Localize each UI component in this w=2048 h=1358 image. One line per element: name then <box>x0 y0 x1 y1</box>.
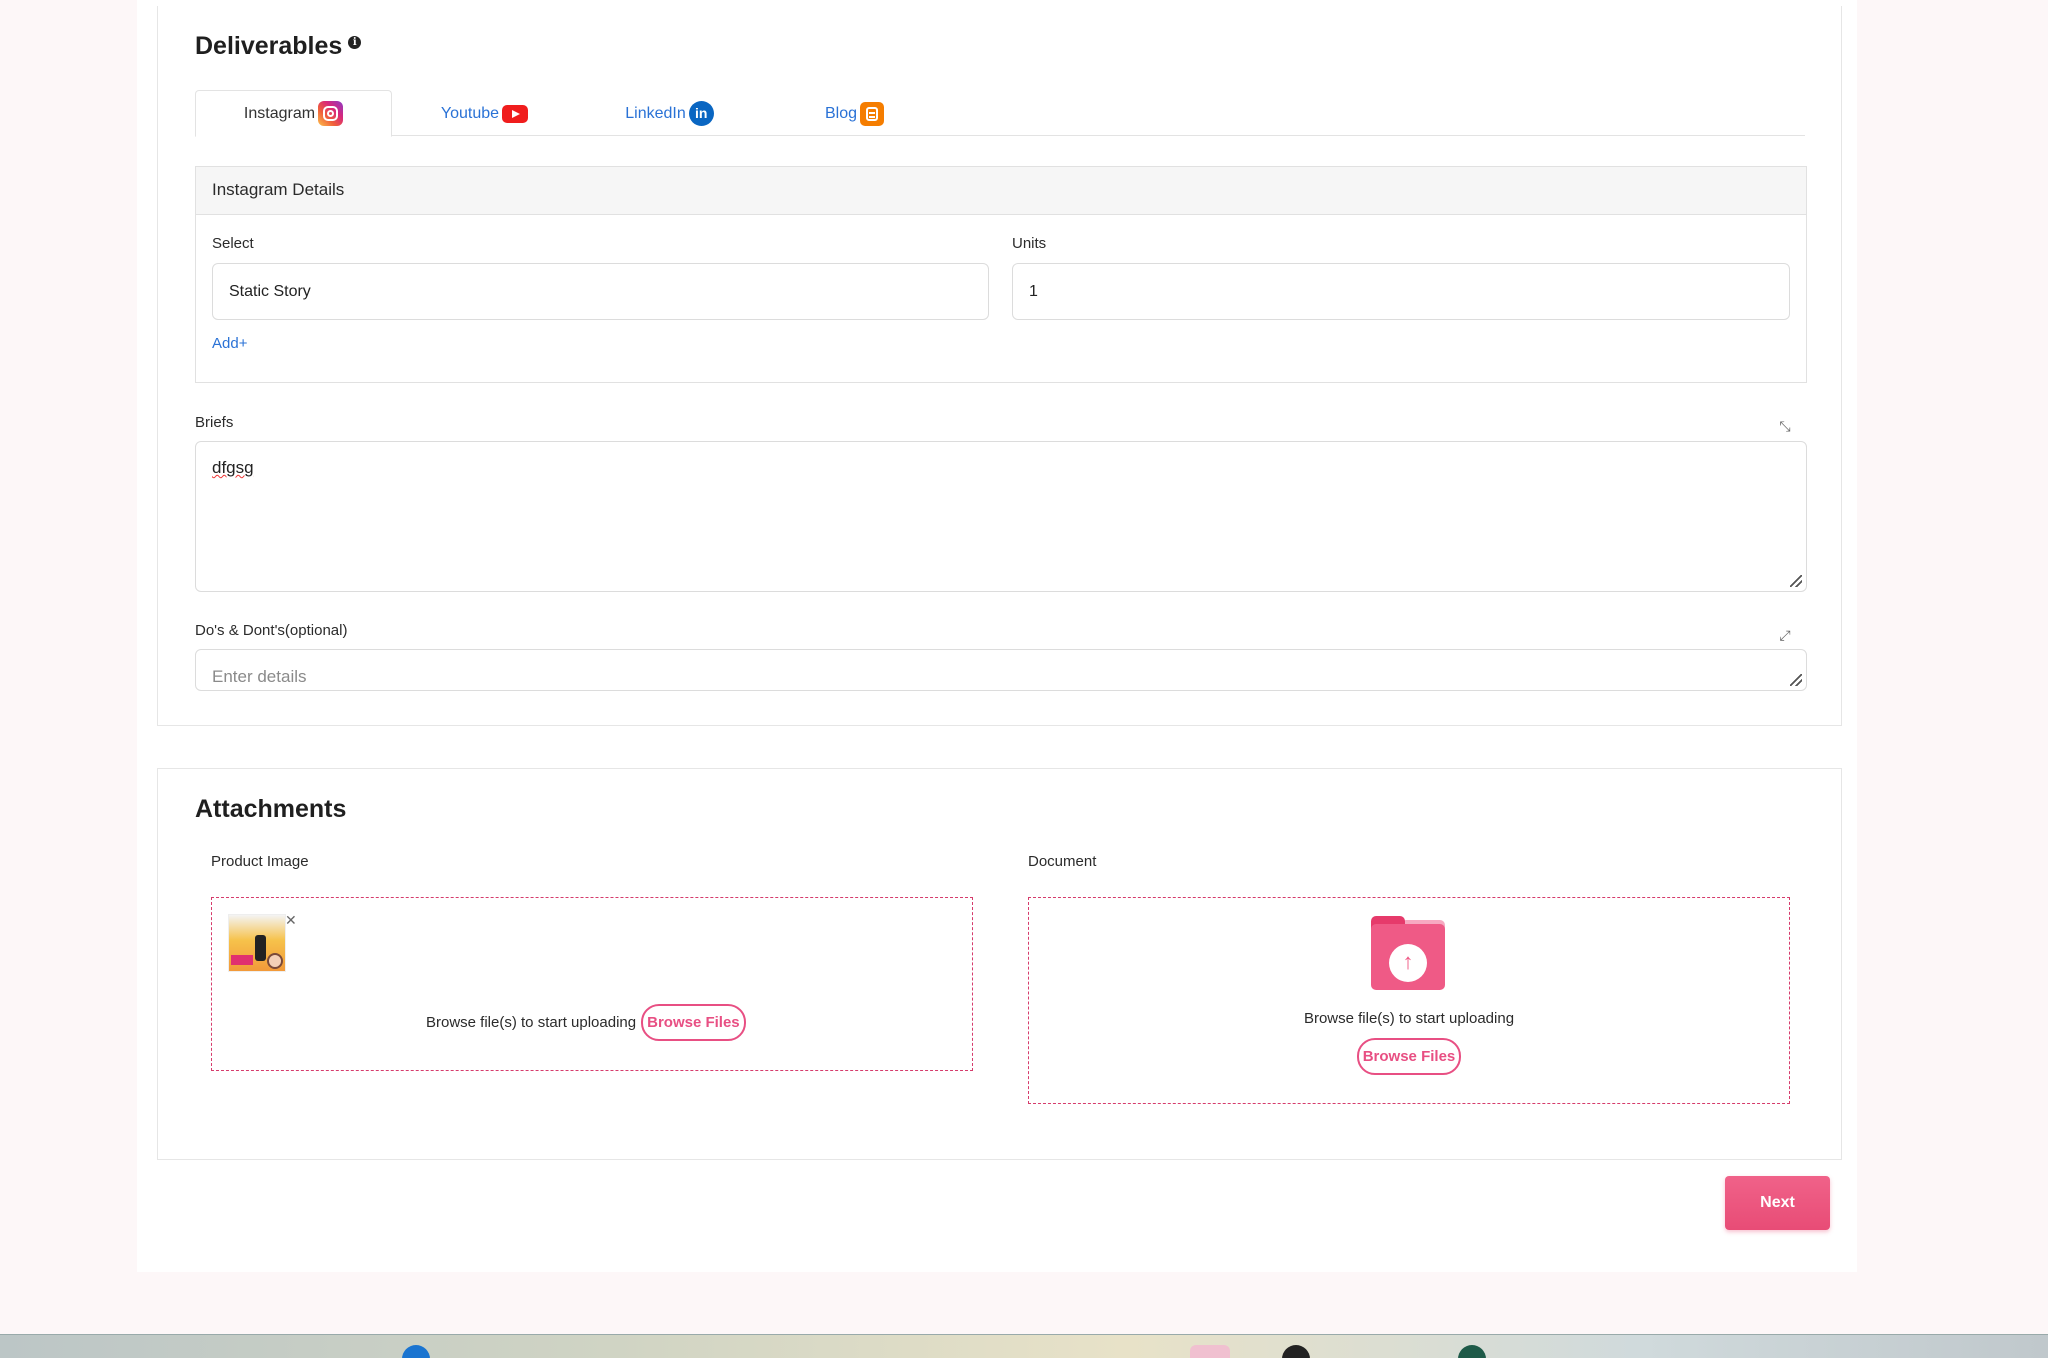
units-input[interactable]: 1 <box>1012 263 1790 320</box>
deliverables-title-text: Deliverables <box>195 32 343 60</box>
instagram-icon <box>318 101 344 126</box>
upload-folder-icon: ↑ <box>1371 916 1445 990</box>
youtube-icon <box>502 104 529 123</box>
next-button[interactable]: Next <box>1725 1176 1830 1230</box>
document-prompt: Browse file(s) to start uploading <box>1303 1010 1515 1027</box>
tab-youtube-label: Youtube <box>440 104 500 122</box>
units-label: Units <box>1012 235 1047 252</box>
product-image-prompt: Browse file(s) to start uploading <box>426 1014 637 1031</box>
deliverables-title: Deliverables i <box>195 32 362 61</box>
briefs-text: dfgsg <box>212 458 254 477</box>
briefs-textarea[interactable]: dfgsg <box>195 441 1807 592</box>
product-image-browse-button[interactable]: Browse Files <box>641 1004 746 1041</box>
document-browse-button[interactable]: Browse Files <box>1356 1038 1462 1075</box>
product-image-label: Product Image <box>211 853 309 870</box>
dos-donts-textarea[interactable]: Enter details <box>195 649 1807 691</box>
briefs-label: Briefs <box>195 414 234 431</box>
collapse-icon[interactable]: ⤡ <box>1777 418 1793 434</box>
remove-image-icon[interactable]: ✕ <box>285 912 297 929</box>
taskbar-app-icon[interactable] <box>1282 1345 1310 1358</box>
instagram-details-panel: Instagram Details Select Static Story Un… <box>195 166 1807 383</box>
product-image-upload-row: Browse file(s) to start uploading Browse… <box>426 1004 746 1041</box>
select-label: Select <box>212 235 254 252</box>
resize-handle[interactable] <box>1790 674 1802 686</box>
expand-icon[interactable]: ⤢ <box>1777 627 1793 643</box>
platform-tabs: Instagram Youtube LinkedIn in Blog <box>195 90 1805 137</box>
tab-instagram[interactable]: Instagram <box>195 90 392 137</box>
product-image-thumbnail <box>228 914 286 972</box>
dos-donts-placeholder: Enter details <box>212 667 307 686</box>
tab-blog[interactable]: Blog <box>762 90 947 137</box>
deliverables-card: Deliverables i Instagram Youtube LinkedIn… <box>157 6 1842 726</box>
blogger-icon <box>860 101 885 126</box>
tab-linkedin-label: LinkedIn <box>625 104 686 122</box>
document-label: Document <box>1028 853 1097 870</box>
os-taskbar <box>0 1334 2048 1358</box>
info-icon[interactable]: i <box>348 36 362 49</box>
dos-donts-label: Do's & Dont's(optional) <box>195 622 348 639</box>
taskbar-app-icon[interactable] <box>1190 1345 1230 1358</box>
attachments-card: Attachments Product Image ✕ Browse file(… <box>157 768 1842 1160</box>
tab-instagram-label: Instagram <box>243 104 316 122</box>
add-deliverable-link[interactable]: Add+ <box>212 335 247 352</box>
linkedin-icon: in <box>688 101 714 126</box>
document-dropzone[interactable]: ↑ Browse file(s) to start uploading Brow… <box>1028 897 1790 1104</box>
resize-handle[interactable] <box>1790 575 1802 587</box>
document-prompt-row: Browse file(s) to start uploading <box>1029 1010 1789 1027</box>
tab-linkedin[interactable]: LinkedIn in <box>577 90 762 137</box>
attachments-title: Attachments <box>195 795 347 823</box>
document-button-row: Browse Files <box>1029 1038 1789 1075</box>
deliverable-type-select[interactable]: Static Story <box>212 263 989 320</box>
product-image-dropzone[interactable]: ✕ Browse file(s) to start uploading Brow… <box>211 897 973 1071</box>
tab-youtube[interactable]: Youtube <box>392 90 577 137</box>
instagram-details-header: Instagram Details <box>196 167 1806 215</box>
page-container: Deliverables i Instagram Youtube LinkedIn… <box>137 0 1857 1272</box>
tab-blog-label: Blog <box>824 104 858 122</box>
taskbar-app-icon[interactable] <box>402 1345 430 1358</box>
taskbar-app-icon[interactable] <box>1458 1345 1486 1358</box>
